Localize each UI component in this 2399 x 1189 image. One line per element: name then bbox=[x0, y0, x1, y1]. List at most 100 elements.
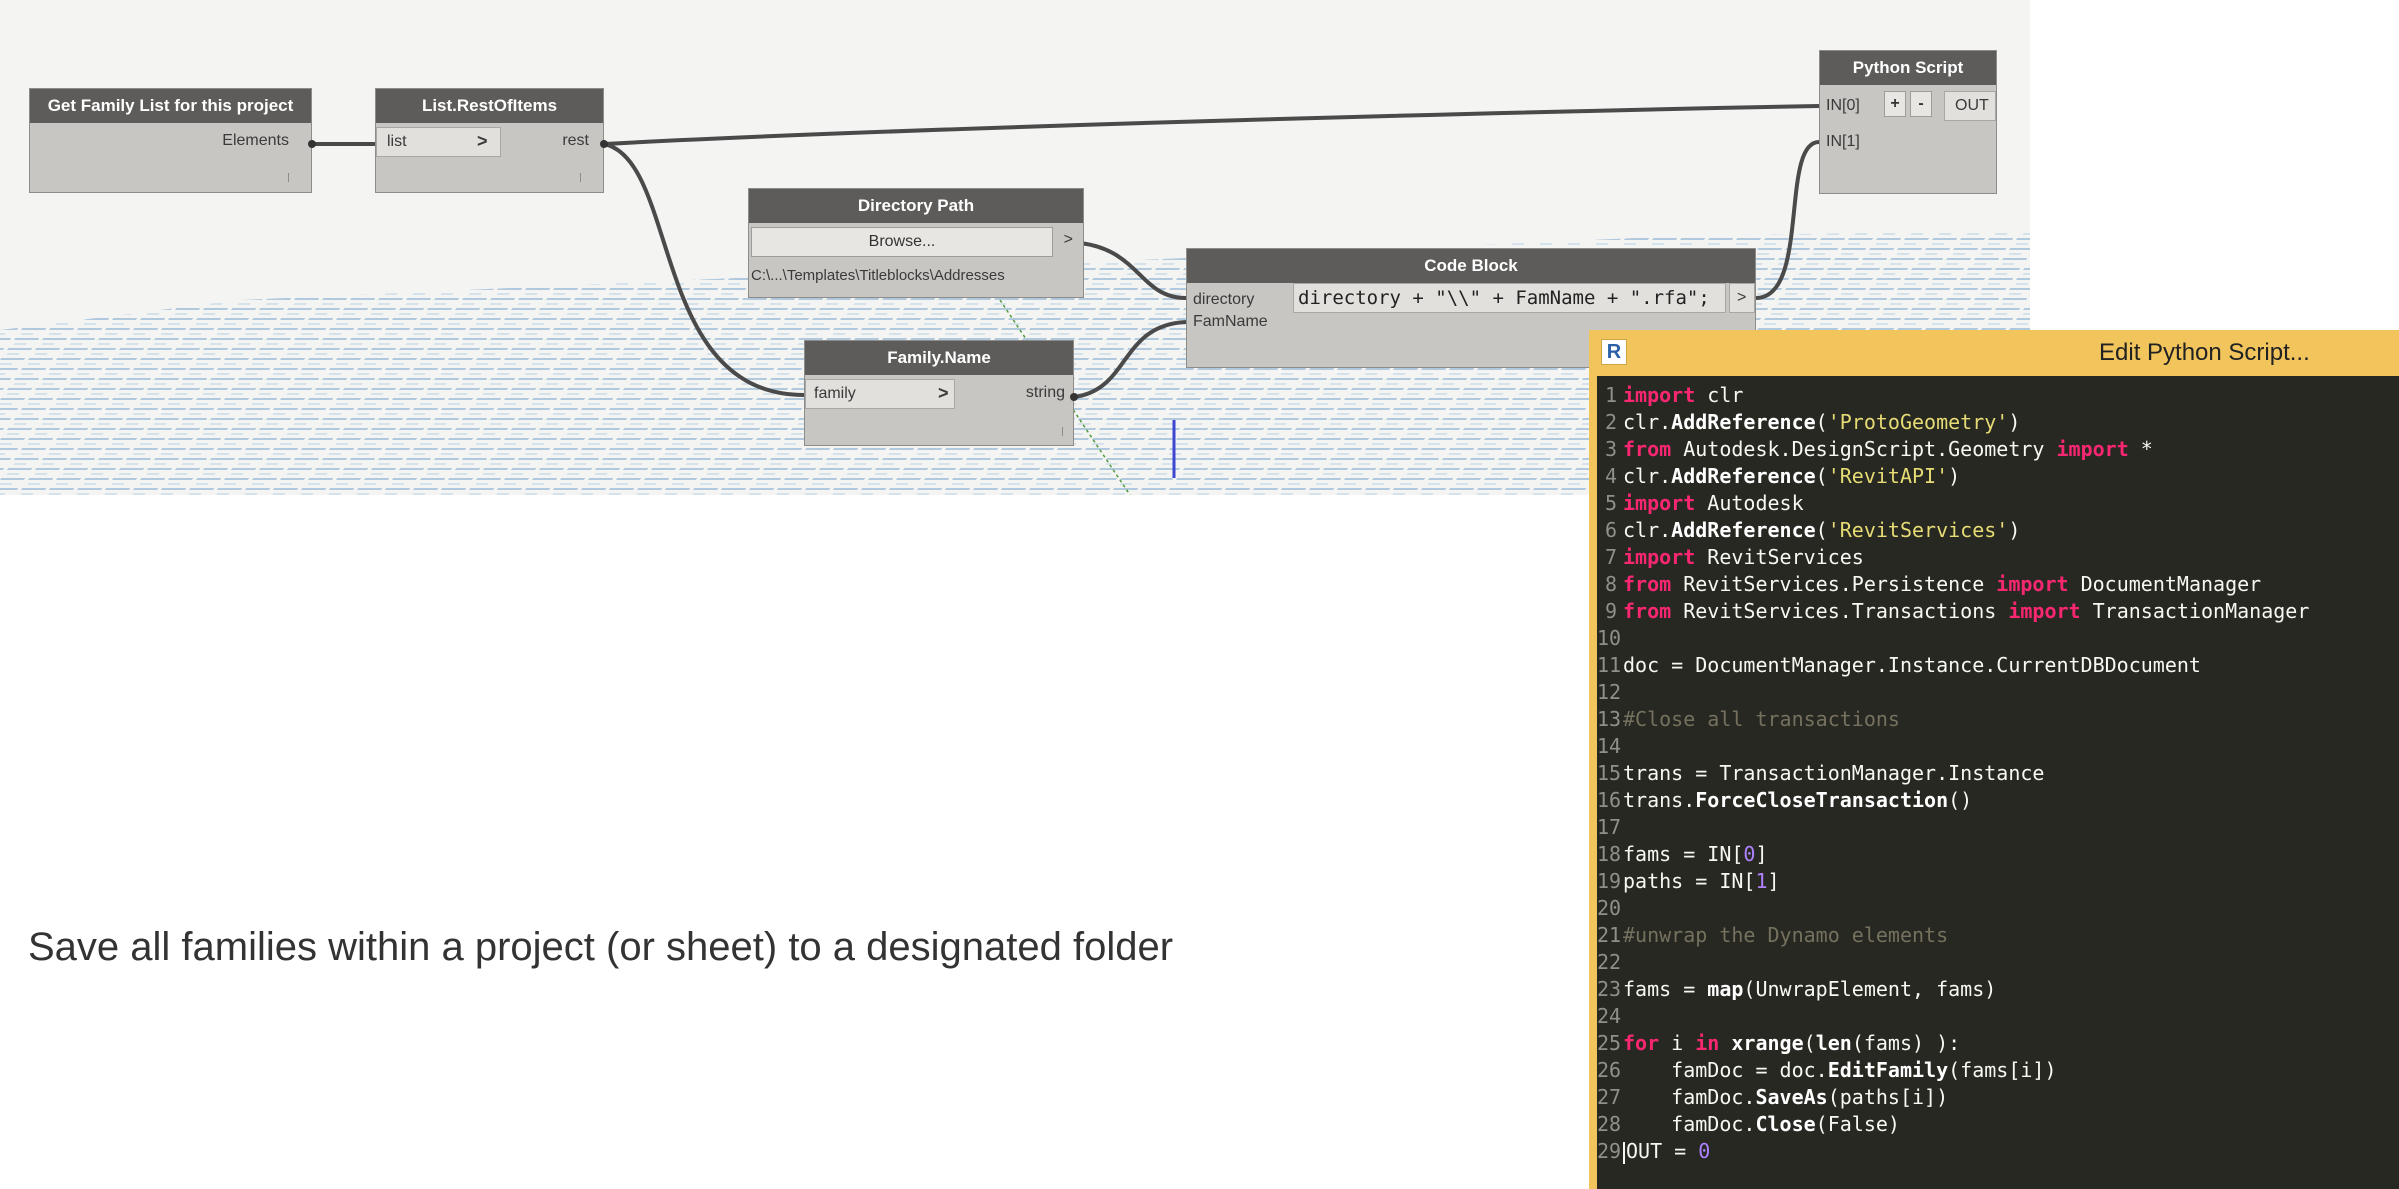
editor-border bbox=[1589, 376, 1597, 1189]
node-get-family-list[interactable]: Get Family List for this project Element… bbox=[29, 88, 312, 193]
code-token: 0 bbox=[1743, 842, 1756, 866]
line-number: 3 bbox=[1604, 437, 1617, 461]
code-line[interactable]: famDoc.Close(False) bbox=[1623, 1111, 2309, 1138]
output-port-path[interactable]: > bbox=[1064, 231, 1073, 249]
input-port-famname[interactable]: FamName bbox=[1193, 313, 1268, 331]
wire-code-to-in1 bbox=[1755, 140, 1820, 300]
output-port-label: OUT bbox=[1955, 97, 1989, 114]
node-title: Code Block bbox=[1187, 249, 1755, 283]
output-port-elements[interactable]: Elements bbox=[222, 132, 289, 150]
code-block-text[interactable]: directory + "\\" + FamName + ".rfa"; bbox=[1298, 287, 1710, 309]
input-port-in0[interactable]: IN[0] bbox=[1826, 97, 1860, 115]
code-line[interactable]: famDoc.SaveAs(paths[i]) bbox=[1623, 1084, 2309, 1111]
editor-titlebar[interactable]: R Edit Python Script... bbox=[1589, 330, 2399, 376]
code-line[interactable]: for i in xrange(len(fams) ): bbox=[1623, 1030, 2309, 1057]
code-token: i bbox=[1659, 1031, 1696, 1055]
code-line[interactable] bbox=[1623, 814, 2309, 841]
code-line[interactable]: #Close all transactions bbox=[1623, 706, 2309, 733]
code-line[interactable]: famDoc = doc.EditFamily(fams[i]) bbox=[1623, 1057, 2309, 1084]
directory-path-value: C:\...\Templates\Titleblocks\Addresses bbox=[751, 267, 1005, 284]
code-line[interactable]: from RevitServices.Transactions import T… bbox=[1623, 598, 2309, 625]
node-python-script[interactable]: Python Script IN[0] IN[1] + - OUT bbox=[1819, 50, 1997, 194]
line-number: 13 bbox=[1597, 707, 1622, 731]
wire-path-to-directory bbox=[1079, 241, 1187, 300]
code-token: (fams[i]) bbox=[1948, 1058, 2057, 1082]
output-port-string[interactable]: string bbox=[1026, 384, 1065, 402]
code-line[interactable]: import clr bbox=[1623, 382, 2309, 409]
line-number: 15 bbox=[1597, 761, 1622, 785]
node-title: Get Family List for this project bbox=[30, 89, 311, 123]
code-editor[interactable]: import clr clr.AddReference('ProtoGeometr… bbox=[1623, 382, 2309, 1165]
code-token: doc = DocumentManager.Instance.CurrentDB… bbox=[1623, 653, 2201, 677]
browse-button[interactable]: Browse... bbox=[751, 227, 1053, 257]
input-port-directory[interactable]: directory bbox=[1193, 291, 1254, 309]
line-number-gutter: 1 2 3 4 5 6 7 8 9 10 11 12 13 14 15 16 17 18 19 20 21 22 23 24 2… bbox=[1597, 382, 1622, 1165]
code-token: import bbox=[2008, 599, 2081, 623]
code-line[interactable]: from Autodesk.DesignScript.Geometry impo… bbox=[1623, 436, 2309, 463]
line-number: 7 bbox=[1604, 545, 1617, 569]
code-token: trans = TransactionManager.Instance bbox=[1623, 761, 2045, 785]
code-block-editor[interactable]: directory + "\\" + FamName + ".rfa"; bbox=[1293, 283, 1726, 313]
code-line[interactable]: clr.AddReference('RevitAPI') bbox=[1623, 463, 2309, 490]
code-line[interactable]: trans = TransactionManager.Instance bbox=[1623, 760, 2309, 787]
input-port-family[interactable]: family > bbox=[805, 379, 955, 409]
code-line[interactable]: #unwrap the Dynamo elements bbox=[1623, 922, 2309, 949]
caption-text: Save all families within a project (or s… bbox=[28, 925, 1174, 969]
code-token: Autodesk bbox=[1695, 491, 1804, 515]
code-line[interactable]: trans.ForceCloseTransaction() bbox=[1623, 787, 2309, 814]
code-line[interactable]: clr.AddReference('ProtoGeometry') bbox=[1623, 409, 2309, 436]
code-line[interactable]: doc = DocumentManager.Instance.CurrentDB… bbox=[1623, 652, 2309, 679]
code-line[interactable]: OUT = 0 bbox=[1623, 1138, 2309, 1165]
code-token: AddReference bbox=[1671, 518, 1816, 542]
add-input-button[interactable]: + bbox=[1884, 91, 1906, 117]
line-number: 18 bbox=[1597, 842, 1622, 866]
input-port-in1[interactable]: IN[1] bbox=[1826, 133, 1860, 151]
output-port-code[interactable]: > bbox=[1729, 283, 1755, 313]
node-family-name[interactable]: Family.Name family > string bbox=[804, 340, 1074, 446]
code-line[interactable]: from RevitServices.Persistence import Do… bbox=[1623, 571, 2309, 598]
code-token: (fams) ): bbox=[1851, 1031, 1961, 1055]
node-title: List.RestOfItems bbox=[376, 89, 603, 123]
remove-input-button[interactable]: - bbox=[1910, 91, 1932, 117]
resize-grip bbox=[580, 173, 581, 182]
code-line[interactable]: fams = map(UnwrapElement, fams) bbox=[1623, 976, 2309, 1003]
code-token: clr. bbox=[1623, 410, 1672, 434]
code-line[interactable]: fams = IN[0] bbox=[1623, 841, 2309, 868]
code-token: from bbox=[1623, 599, 1672, 623]
code-token: #Close all transactions bbox=[1623, 707, 1900, 731]
output-port-out[interactable]: OUT bbox=[1944, 91, 1996, 121]
code-line[interactable]: import RevitServices bbox=[1623, 544, 2309, 571]
node-title: Python Script bbox=[1820, 51, 1996, 85]
code-token: clr. bbox=[1623, 518, 1672, 542]
code-token: TransactionManager bbox=[2080, 599, 2310, 623]
code-line[interactable] bbox=[1623, 679, 2309, 706]
code-token: ) bbox=[2008, 518, 2021, 542]
code-line[interactable] bbox=[1623, 625, 2309, 652]
code-line[interactable]: import Autodesk bbox=[1623, 490, 2309, 517]
code-line[interactable]: paths = IN[1] bbox=[1623, 868, 2309, 895]
code-token: 0 bbox=[1698, 1139, 1711, 1163]
code-token: from bbox=[1623, 572, 1672, 596]
code-token: paths = IN[ bbox=[1623, 869, 1756, 893]
code-token: OUT = bbox=[1626, 1139, 1699, 1163]
output-port-rest[interactable]: rest bbox=[562, 132, 589, 150]
port-dot bbox=[1070, 393, 1078, 401]
port-dot bbox=[308, 140, 316, 148]
node-directory-path[interactable]: Directory Path Browse... > C:\...\Templa… bbox=[748, 188, 1084, 298]
code-token: import bbox=[1996, 572, 2069, 596]
line-number: 21 bbox=[1597, 923, 1622, 947]
code-line[interactable] bbox=[1623, 733, 2309, 760]
line-number: 22 bbox=[1597, 950, 1622, 974]
line-number: 11 bbox=[1597, 653, 1622, 677]
line-number: 6 bbox=[1604, 518, 1617, 542]
code-line[interactable] bbox=[1623, 895, 2309, 922]
code-token: (paths[i]) bbox=[1827, 1085, 1949, 1109]
node-list-rest-of-items[interactable]: List.RestOfItems list > rest bbox=[375, 88, 604, 193]
code-line[interactable] bbox=[1623, 949, 2309, 976]
code-token: EditFamily bbox=[1827, 1058, 1949, 1082]
code-line[interactable] bbox=[1623, 1003, 2309, 1030]
code-line[interactable]: clr.AddReference('RevitServices') bbox=[1623, 517, 2309, 544]
input-port-list[interactable]: list > bbox=[376, 127, 501, 157]
line-number: 19 bbox=[1597, 869, 1622, 893]
python-editor-window[interactable]: R Edit Python Script... 1 2 3 4 5 6 7 8 9 10 11 12 1… bbox=[1589, 330, 2399, 1189]
